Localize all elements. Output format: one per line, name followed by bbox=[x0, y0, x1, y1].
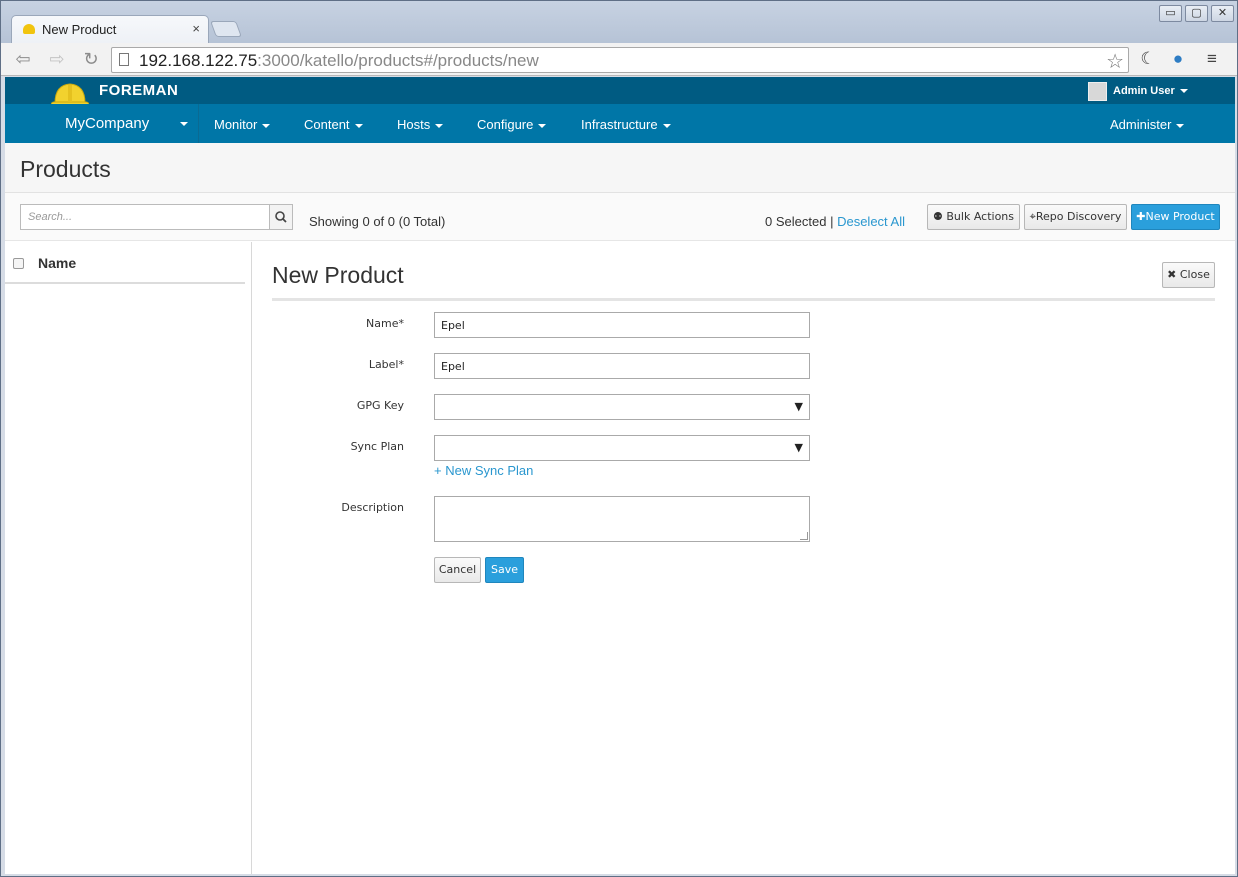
description-label: Description bbox=[341, 501, 404, 514]
tab-strip: New Product × ▭ ▢ ✕ bbox=[1, 1, 1237, 43]
label-label: Label* bbox=[368, 358, 404, 371]
gpg-key-select[interactable]: ▼ bbox=[434, 394, 810, 420]
browser-window: New Product × ▭ ▢ ✕ ⇦ ⇨ ↻ 192.168.122.75… bbox=[0, 0, 1238, 877]
extension-globe-icon[interactable]: ● bbox=[1166, 48, 1190, 70]
name-input[interactable]: Epel bbox=[434, 312, 810, 338]
browser-tab[interactable]: New Product × bbox=[11, 15, 209, 43]
user-menu[interactable]: Admin User bbox=[1113, 85, 1188, 97]
list-header: Name bbox=[5, 242, 245, 284]
minimize-button[interactable]: ▭ bbox=[1159, 5, 1182, 22]
avatar[interactable] bbox=[1088, 82, 1107, 101]
organization-switcher[interactable]: MyCompany bbox=[65, 115, 149, 132]
nav-infrastructure[interactable]: Infrastructure bbox=[581, 117, 671, 132]
chevron-down-icon bbox=[662, 123, 671, 128]
chevron-down-icon bbox=[1179, 89, 1188, 94]
label-input[interactable]: Epel bbox=[434, 353, 810, 379]
nav-configure[interactable]: Configure bbox=[477, 117, 547, 132]
gpg-key-label: GPG Key bbox=[356, 399, 404, 412]
dropdown-arrow-icon: ▼ bbox=[794, 400, 803, 413]
dropdown-arrow-icon: ▼ bbox=[794, 441, 803, 454]
deselect-all-link[interactable]: Deselect All bbox=[837, 214, 905, 229]
chevron-down-icon bbox=[1176, 123, 1185, 128]
page-header: Products bbox=[5, 143, 1235, 193]
nav-hosts[interactable]: Hosts bbox=[397, 117, 444, 132]
bulk-actions-button[interactable]: ⚉ Bulk Actions bbox=[927, 204, 1020, 230]
save-button[interactable]: Save bbox=[485, 557, 524, 583]
new-product-button[interactable]: ✚New Product bbox=[1131, 204, 1220, 230]
tab-title: New Product bbox=[42, 22, 117, 37]
chevron-down-icon[interactable] bbox=[180, 122, 188, 126]
action-bar: Search... Showing 0 of 0 (0 Total) 0 Sel… bbox=[5, 193, 1235, 241]
bookmark-star-icon[interactable]: ☆ bbox=[1106, 49, 1124, 74]
top-bar: FOREMAN Admin User bbox=[5, 77, 1235, 109]
foreman-app: FOREMAN Admin User MyCompany Monitor Con… bbox=[5, 77, 1235, 874]
user-name: Admin User bbox=[1113, 85, 1175, 97]
search-button[interactable] bbox=[269, 204, 293, 230]
new-tab-button[interactable] bbox=[210, 21, 242, 37]
maximize-button[interactable]: ▢ bbox=[1185, 5, 1208, 22]
name-label: Name* bbox=[366, 317, 404, 330]
nav-label: Content bbox=[304, 117, 350, 132]
users-icon: ⚉ bbox=[933, 210, 943, 223]
foreman-hat-favicon-icon bbox=[23, 24, 35, 34]
chevron-down-icon bbox=[354, 123, 363, 128]
close-label: Close bbox=[1179, 268, 1210, 281]
address-bar[interactable]: 192.168.122.75:3000/katello/products#/pr… bbox=[111, 47, 1129, 73]
menu-icon[interactable]: ≡ bbox=[1200, 48, 1224, 70]
close-icon: ✖ bbox=[1167, 268, 1177, 281]
page-title: Products bbox=[20, 156, 111, 182]
url-path: :3000/katello/products#/products/new bbox=[257, 51, 539, 70]
results-count: Showing 0 of 0 (0 Total) bbox=[309, 214, 446, 229]
search-icon bbox=[275, 211, 287, 223]
nav-label: Hosts bbox=[397, 117, 431, 132]
chevron-down-icon bbox=[262, 123, 271, 128]
close-window-button[interactable]: ✕ bbox=[1211, 5, 1234, 22]
extension-moon-icon[interactable]: ☾ bbox=[1136, 48, 1160, 70]
nav-content[interactable]: Content bbox=[304, 117, 363, 132]
selection-status: 0 Selected | Deselect All bbox=[765, 214, 905, 229]
browser-toolbar: ⇦ ⇨ ↻ 192.168.122.75:3000/katello/produc… bbox=[1, 43, 1237, 76]
description-textarea[interactable] bbox=[434, 496, 810, 542]
nav-divider bbox=[198, 104, 199, 143]
back-icon[interactable]: ⇦ bbox=[11, 48, 35, 70]
form-title: New Product bbox=[272, 262, 404, 288]
nav-label: Monitor bbox=[214, 117, 258, 132]
nav-monitor[interactable]: Monitor bbox=[214, 117, 271, 132]
search-input[interactable]: Search... bbox=[20, 204, 270, 230]
chevron-down-icon bbox=[435, 123, 444, 128]
repo-discovery-button[interactable]: ⌖Repo Discovery bbox=[1024, 204, 1127, 230]
repo-discovery-label: Repo Discovery bbox=[1035, 210, 1122, 223]
select-all-checkbox[interactable] bbox=[13, 258, 24, 269]
close-button[interactable]: ✖ Close bbox=[1162, 262, 1215, 288]
sync-plan-select[interactable]: ▼ bbox=[434, 435, 810, 461]
sync-plan-label: Sync Plan bbox=[350, 440, 404, 453]
new-sync-plan-link[interactable]: + New Sync Plan bbox=[434, 463, 533, 478]
nav-label: Infrastructure bbox=[581, 117, 658, 132]
bulk-actions-label: Bulk Actions bbox=[946, 210, 1014, 223]
nav-label: Configure bbox=[477, 117, 534, 132]
reload-icon[interactable]: ↻ bbox=[79, 48, 103, 70]
selected-count: 0 Selected bbox=[765, 214, 827, 229]
cancel-button[interactable]: Cancel bbox=[434, 557, 481, 583]
brand-name: FOREMAN bbox=[99, 82, 179, 99]
chevron-down-icon bbox=[538, 123, 547, 128]
column-header-name[interactable]: Name bbox=[38, 255, 76, 271]
forward-icon[interactable]: ⇨ bbox=[45, 48, 69, 70]
resize-handle-icon[interactable] bbox=[800, 532, 808, 540]
form-divider bbox=[272, 298, 1215, 301]
page-icon bbox=[119, 53, 129, 66]
separator: | bbox=[830, 214, 834, 229]
url-text: 192.168.122.75:3000/katello/products#/pr… bbox=[139, 51, 539, 71]
product-list-panel: Name bbox=[5, 242, 252, 874]
tab-close-icon[interactable]: × bbox=[192, 21, 200, 36]
new-product-label: New Product bbox=[1145, 210, 1215, 223]
url-host: 192.168.122.75 bbox=[139, 51, 258, 70]
nav-administer[interactable]: Administer bbox=[1110, 117, 1185, 132]
main-navbar: MyCompany Monitor Content Hosts Configur… bbox=[5, 104, 1235, 143]
nav-label: Administer bbox=[1110, 117, 1172, 132]
